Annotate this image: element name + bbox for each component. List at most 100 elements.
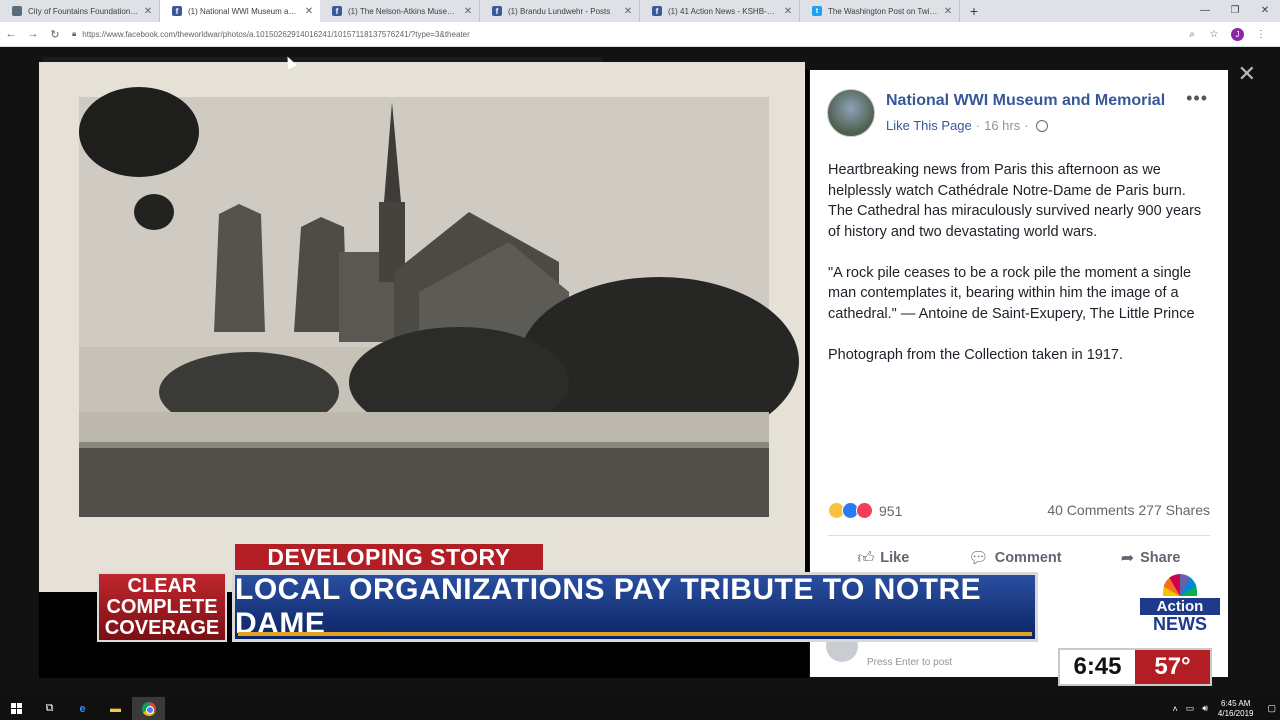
peacock-icon: [1163, 574, 1197, 596]
network-icon[interactable]: ▭: [1186, 703, 1195, 714]
share-button[interactable]: ➦ Share: [1121, 548, 1181, 568]
clear-complete-coverage-badge: CLEAR COMPLETE COVERAGE: [97, 572, 227, 642]
reactions-summary[interactable]: 951: [828, 502, 902, 519]
tab-washington-post[interactable]: t The Washington Post on Twitter ✕: [800, 0, 960, 22]
url-text: https://www.facebook.com/theworldwar/pho…: [82, 29, 470, 39]
close-tab-icon[interactable]: ✕: [304, 6, 314, 17]
post-time[interactable]: 16 hrs: [984, 118, 1020, 133]
window-controls: — ❐ ✕: [1190, 0, 1280, 22]
tab-title: City of Fountains Foundation | K: [28, 6, 139, 16]
system-tray: ˄ ▭ 🔊︎ 6:45 AM 4/16/2019 ▢: [1168, 697, 1280, 720]
comment-hint: Press Enter to post: [867, 657, 953, 668]
post-actions: 👍︎ Like 💬︎ Comment ➦ Share: [828, 548, 1210, 568]
tab-brandu-lundwehr[interactable]: f (1) Brandu Lundwehr - Posts ✕: [480, 0, 640, 22]
screen: City of Fountains Foundation | K ✕ f (1)…: [0, 0, 1280, 720]
file-explorer-icon[interactable]: ▬: [99, 697, 132, 720]
forward-icon[interactable]: →: [22, 28, 44, 40]
tab-title: (1) The Nelson-Atkins Museum o: [348, 6, 459, 16]
profile-avatar[interactable]: J: [1231, 27, 1244, 41]
facebook-icon: f: [492, 6, 502, 16]
like-page-link[interactable]: Like This Page: [886, 118, 972, 133]
task-view-icon[interactable]: ⧉: [33, 697, 66, 720]
tab-41-action-news[interactable]: f (1) 41 Action News - KSHB-TV - ✕: [640, 0, 800, 22]
notifications-icon[interactable]: ▢: [1267, 703, 1276, 714]
bookmark-star-icon[interactable]: ☆: [1203, 29, 1225, 40]
close-tab-icon[interactable]: ✕: [783, 6, 793, 17]
shares-count-link[interactable]: 277 Shares: [1138, 502, 1210, 518]
chevron-up-icon[interactable]: ˄: [1172, 704, 1177, 714]
toolbar-right: ⌕ ☆ J ⋮: [1181, 27, 1280, 41]
thumbs-up-icon: 👍︎: [857, 549, 875, 567]
post-paragraph: Photograph from the Collection taken in …: [828, 346, 1124, 363]
close-tab-icon[interactable]: ✕: [143, 6, 153, 17]
zoom-icon[interactable]: ⌕: [1181, 29, 1203, 40]
new-tab-button[interactable]: +: [964, 3, 984, 19]
chrome-icon: [141, 701, 156, 716]
notre-dame-photograph: [39, 62, 805, 592]
tab-title: (1) Brandu Lundwehr - Posts: [508, 6, 611, 16]
close-tab-icon[interactable]: ✕: [943, 6, 953, 17]
more-options-icon[interactable]: •••: [1186, 88, 1208, 109]
meta-separator: ·: [1024, 118, 1029, 133]
volume-icon[interactable]: 🔊︎: [1202, 703, 1208, 714]
reaction-count: 951: [879, 502, 903, 519]
menu-icon[interactable]: ⋮: [1250, 29, 1272, 40]
page-avatar[interactable]: [827, 89, 875, 137]
website-icon: [12, 6, 22, 16]
edge-icon[interactable]: e: [66, 697, 99, 720]
post-paragraph: Heartbreaking news from Paris this after…: [828, 162, 1202, 240]
headline-text: LOCAL ORGANIZATIONS PAY TRIBUTE TO NOTRE…: [235, 573, 982, 640]
like-label: Like: [880, 550, 910, 566]
restore-icon[interactable]: ❐: [1220, 0, 1250, 22]
lock-icon: 🔒︎: [72, 29, 77, 38]
cathedral-illustration: [79, 87, 799, 517]
headline-stripe: [238, 632, 1032, 636]
clock-time: 6:45 AM: [1221, 698, 1251, 708]
ccc-line: COMPLETE: [106, 595, 218, 618]
start-button[interactable]: [0, 697, 33, 720]
ccc-line: COVERAGE: [104, 616, 220, 639]
post-paragraph: "A rock pile ceases to be a rock pile th…: [828, 264, 1195, 322]
developing-story-text: DEVELOPING STORY: [267, 543, 511, 570]
windows-logo-icon: [11, 703, 22, 714]
comments-count-link[interactable]: 40 Comments: [1047, 502, 1134, 518]
engagement-counts: 40 Comments 277 Shares: [1047, 502, 1210, 518]
developing-story-banner: DEVELOPING STORY: [233, 542, 545, 572]
minimize-icon[interactable]: —: [1190, 0, 1220, 22]
time-temperature-box: 6:45 57°: [1058, 648, 1212, 686]
station-logo: 41 Action NEWS: [1048, 569, 1223, 651]
post-meta: Like This Page · 16 hrs ·: [886, 118, 1048, 133]
post-body: Heartbreaking news from Paris this after…: [828, 160, 1213, 386]
meta-separator: ·: [975, 118, 981, 133]
close-tab-icon[interactable]: ✕: [463, 6, 473, 17]
windows-taskbar: ⧉ e ▬ ˄ ▭ 🔊︎ 6:45 AM 4/16/2019 ▢: [0, 697, 1280, 720]
page-name-link[interactable]: National WWI Museum and Memorial: [886, 92, 1165, 110]
facebook-icon: f: [332, 6, 342, 16]
tab-nelson-atkins[interactable]: f (1) The Nelson-Atkins Museum o ✕: [320, 0, 480, 22]
broadcast-time: 6:45: [1060, 650, 1135, 684]
ccc-line: CLEAR: [127, 574, 197, 597]
like-button[interactable]: 👍︎ Like: [858, 548, 910, 568]
share-label: Share: [1140, 550, 1181, 566]
station-news-text: NEWS: [1140, 615, 1220, 633]
broadcast-temperature: 57°: [1135, 650, 1210, 684]
browser-toolbar: ← → ↻ 🔒︎ https://www.facebook.com/thewor…: [0, 22, 1280, 47]
back-icon[interactable]: ←: [0, 28, 22, 40]
chrome-taskbar-button[interactable]: [132, 697, 165, 720]
clock-date: 4/16/2019: [1217, 708, 1254, 718]
close-theater-icon[interactable]: ✕: [1238, 61, 1256, 87]
tab-city-of-fountains[interactable]: City of Fountains Foundation | K ✕: [0, 0, 160, 22]
tab-title: The Washington Post on Twitter: [828, 6, 939, 16]
facebook-icon: f: [652, 6, 662, 16]
address-bar[interactable]: 🔒︎ https://www.facebook.com/theworldwar/…: [66, 24, 1181, 44]
divider: [828, 535, 1210, 536]
twitter-icon: t: [812, 6, 822, 16]
browser-tab-strip: City of Fountains Foundation | K ✕ f (1)…: [0, 0, 1280, 22]
close-window-icon[interactable]: ✕: [1250, 0, 1280, 22]
system-clock[interactable]: 6:45 AM 4/16/2019: [1218, 699, 1254, 719]
facebook-icon: f: [172, 6, 182, 16]
tab-national-wwi-museum[interactable]: f (1) National WWI Museum and M ✕: [160, 0, 320, 22]
close-tab-icon[interactable]: ✕: [623, 6, 633, 17]
speech-bubble-icon: 💬︎: [968, 550, 989, 567]
reload-icon[interactable]: ↻: [44, 28, 66, 41]
